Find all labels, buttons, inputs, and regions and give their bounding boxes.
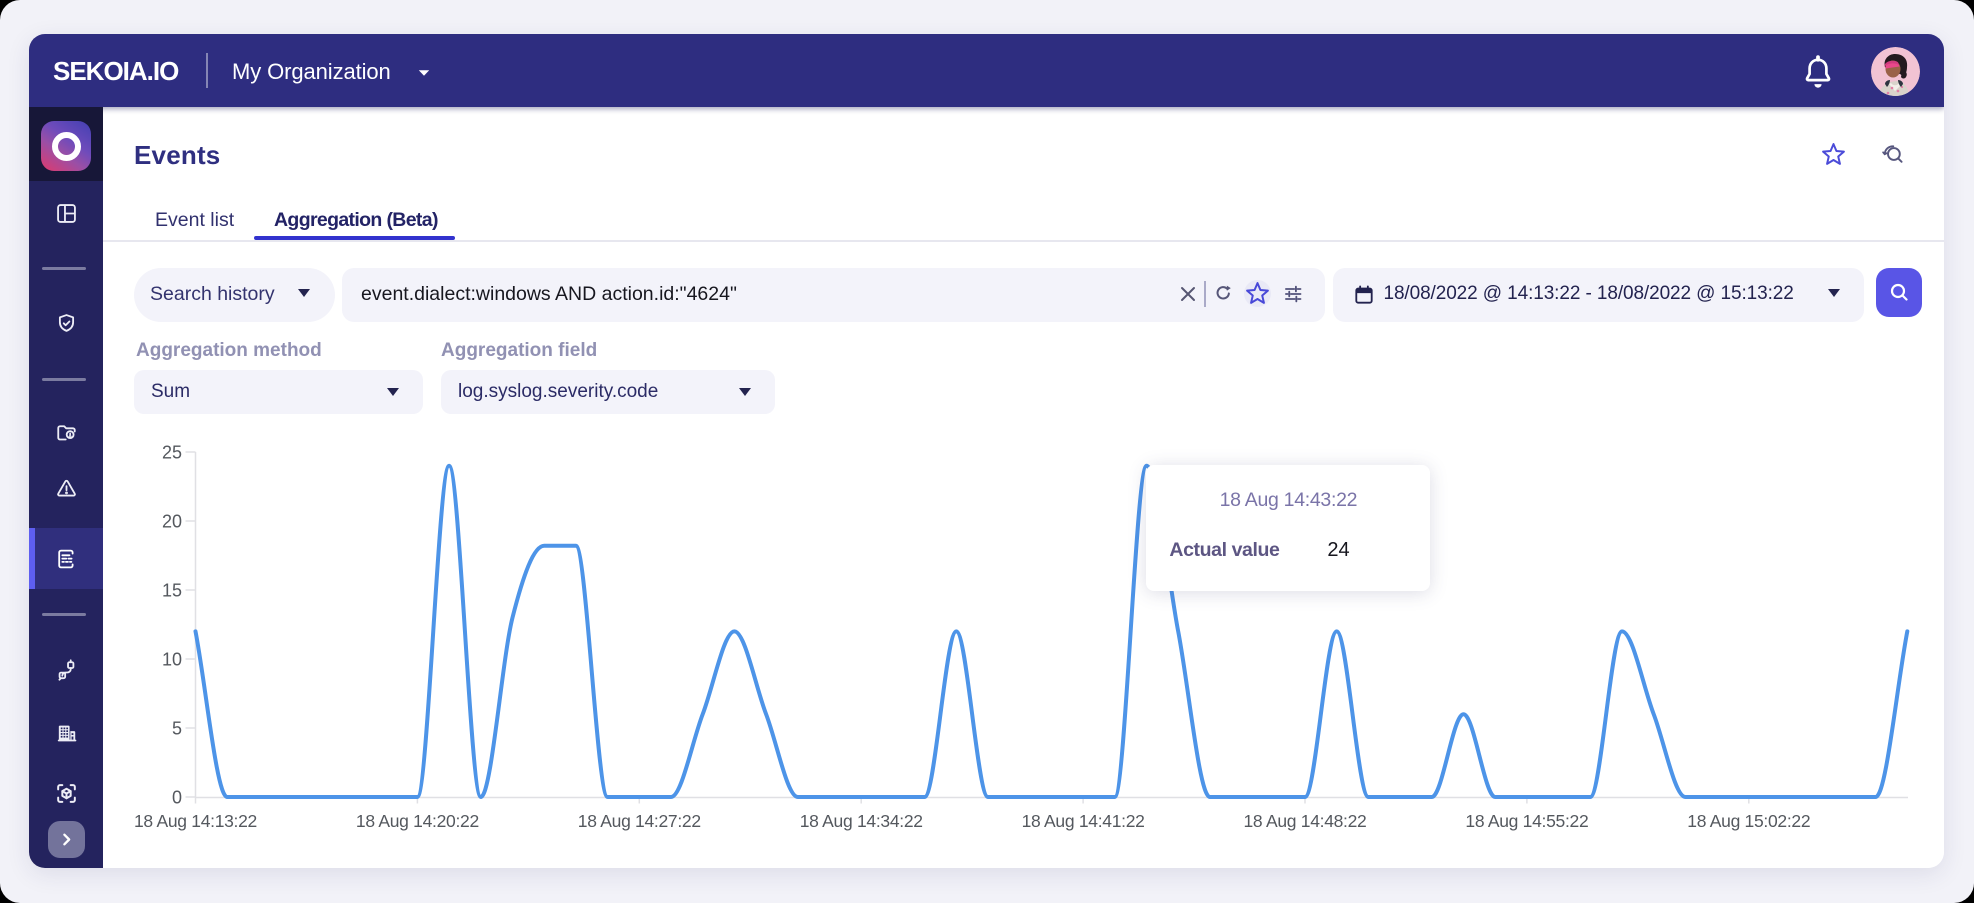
svg-text:18 Aug 14:55:22: 18 Aug 14:55:22 [1465, 811, 1588, 831]
svg-text:18 Aug 14:48:22: 18 Aug 14:48:22 [1244, 811, 1367, 831]
svg-text:18 Aug 14:27:22: 18 Aug 14:27:22 [578, 811, 701, 831]
svg-text:18 Aug 14:13:22: 18 Aug 14:13:22 [134, 811, 257, 831]
svg-text:25: 25 [162, 443, 182, 463]
svg-text:18 Aug 14:34:22: 18 Aug 14:34:22 [800, 811, 923, 831]
svg-text:18 Aug 15:02:22: 18 Aug 15:02:22 [1687, 811, 1810, 831]
svg-text:15: 15 [162, 581, 182, 601]
svg-text:0: 0 [172, 788, 182, 808]
svg-text:18 Aug 14:41:22: 18 Aug 14:41:22 [1022, 811, 1145, 831]
svg-text:10: 10 [162, 650, 182, 670]
svg-text:18 Aug 14:20:22: 18 Aug 14:20:22 [356, 811, 479, 831]
svg-text:5: 5 [172, 719, 182, 739]
svg-text:20: 20 [162, 512, 182, 532]
